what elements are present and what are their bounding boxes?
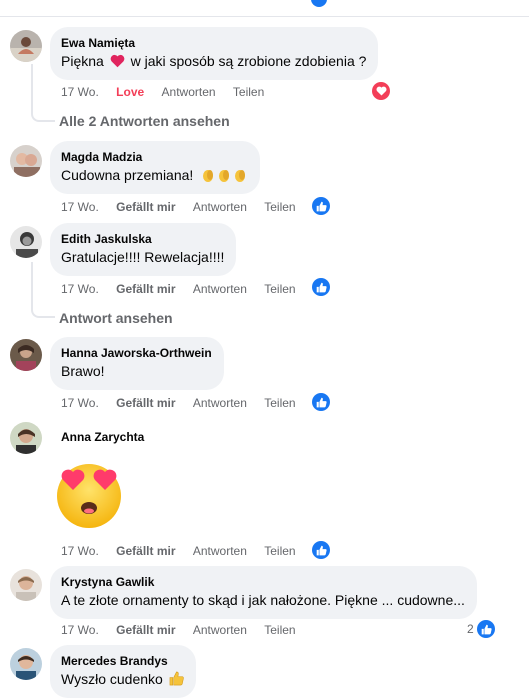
- comment-time[interactable]: 17 Wo.: [61, 281, 99, 297]
- comment-text-end: w jaki sposób są zrobione zdobienia ?: [130, 53, 367, 69]
- comment-time[interactable]: 17 Wo.: [61, 543, 99, 559]
- top-bar: [0, 0, 529, 17]
- comment-bubble: Ewa Namięta Piękna w jaki sposób są zrob…: [50, 27, 379, 80]
- comment-actions: 17 Wo. Gefällt mir Antworten Teilen: [61, 543, 310, 559]
- avatar-image: [10, 145, 42, 177]
- comment-author[interactable]: Krystyna Gawlik: [61, 574, 465, 590]
- avatar[interactable]: [10, 422, 42, 454]
- comment-actions: 17 Wo. Gefällt mir Antworten Teilen: [61, 395, 310, 411]
- comment-actions: 17 Wo. Gefällt mir Antworten Teilen: [61, 622, 310, 638]
- avatar[interactable]: [10, 339, 42, 371]
- comment-author[interactable]: Ewa Namięta: [61, 35, 366, 51]
- reply-button[interactable]: Antworten: [162, 84, 216, 100]
- comment-author[interactable]: Hanna Jaworska-Orthwein: [61, 345, 212, 361]
- comment-bubble: Magda Madzia Cudowna przemiana!: [50, 141, 261, 194]
- comment-author[interactable]: Anna Zarychta: [61, 429, 144, 445]
- like-button[interactable]: Gefällt mir: [116, 622, 175, 638]
- comment-author[interactable]: Edith Jaskulska: [61, 231, 224, 247]
- comment-author[interactable]: Mercedes Brandys: [61, 653, 184, 669]
- view-replies-link[interactable]: Alle 2 Antworten ansehen: [59, 113, 230, 129]
- avatar-image: [10, 226, 42, 258]
- comment-text-body: Cudowna przemiana!: [61, 167, 194, 183]
- avatar[interactable]: [10, 648, 42, 680]
- comment-bubble: Mercedes Brandys Wyszło cudenko: [50, 645, 196, 698]
- comment-text: Wyszło cudenko: [61, 670, 184, 689]
- comment-bubble: Hanna Jaworska-Orthwein Brawo!: [50, 337, 224, 390]
- thread-connector: [31, 304, 55, 318]
- clapping-hands-icon: [203, 170, 214, 182]
- avatar[interactable]: [10, 226, 42, 258]
- reply-button[interactable]: Antworten: [193, 281, 247, 297]
- thumbs-up-emoji: [169, 671, 184, 686]
- like-reaction-icon[interactable]: [312, 393, 330, 411]
- like-icon-partial: [311, 0, 327, 7]
- thumbs-up-icon: [316, 545, 327, 555]
- share-button[interactable]: Teilen: [264, 281, 295, 297]
- thread-line: [31, 64, 33, 110]
- avatar[interactable]: [10, 30, 42, 62]
- thumbs-up-icon: [316, 397, 327, 407]
- like-reaction-icon[interactable]: [477, 620, 495, 638]
- comment-actions: 17 Wo. Love Antworten Teilen: [61, 84, 278, 100]
- thumbs-up-icon: [316, 282, 327, 292]
- comment-text: Gratulacje!!!! Rewelacja!!!!: [61, 249, 225, 265]
- heart-icon: [110, 54, 125, 68]
- clapping-hands-icon: [219, 170, 230, 182]
- avatar-image: [10, 422, 42, 454]
- comment-bubble: Krystyna Gawlik A te złote ornamenty to …: [50, 566, 477, 619]
- comment-text: A te złote ornamenty to skąd i jak nałoż…: [61, 592, 465, 608]
- comment-text: Cudowna przemiana!: [61, 166, 248, 185]
- comment-text: Brawo!: [61, 363, 105, 379]
- reply-button[interactable]: Antworten: [193, 395, 247, 411]
- avatar-image: [10, 339, 42, 371]
- like-reaction-icon[interactable]: [312, 197, 330, 215]
- like-reaction-icon[interactable]: [312, 278, 330, 296]
- reply-button[interactable]: Antworten: [193, 543, 247, 559]
- thread-connector: [31, 108, 55, 122]
- comment-time[interactable]: 17 Wo.: [61, 622, 99, 638]
- avatar-image: [10, 648, 42, 680]
- reaction-count[interactable]: 2: [467, 622, 474, 636]
- heart-icon: [376, 86, 386, 96]
- avatar[interactable]: [10, 569, 42, 601]
- love-reaction-icon[interactable]: [372, 82, 390, 100]
- like-button[interactable]: Gefällt mir: [116, 543, 175, 559]
- comment-time[interactable]: 17 Wo.: [61, 84, 99, 100]
- reply-button[interactable]: Antworten: [193, 622, 247, 638]
- thumbs-up-icon: [481, 624, 492, 634]
- share-button[interactable]: Teilen: [233, 84, 264, 100]
- comment-actions: 17 Wo. Gefällt mir Antworten Teilen: [61, 281, 310, 297]
- share-button[interactable]: Teilen: [264, 199, 295, 215]
- comment-text: Piękna w jaki sposób są zrobione zdobien…: [61, 52, 366, 71]
- like-button[interactable]: Gefällt mir: [116, 199, 175, 215]
- comment-time[interactable]: 17 Wo.: [61, 395, 99, 411]
- like-button[interactable]: Gefällt mir: [116, 395, 175, 411]
- share-button[interactable]: Teilen: [264, 622, 295, 638]
- comment-actions: 17 Wo. Gefällt mir Antworten Teilen: [61, 199, 310, 215]
- avatar-image: [10, 30, 42, 62]
- reply-button[interactable]: Antworten: [193, 199, 247, 215]
- thumbs-up-icon: [316, 201, 327, 211]
- share-button[interactable]: Teilen: [264, 395, 295, 411]
- share-button[interactable]: Teilen: [264, 543, 295, 559]
- clapping-hands-icon: [235, 170, 246, 182]
- thread-line: [31, 262, 33, 306]
- comment-text-body: Wyszło cudenko: [61, 671, 163, 687]
- avatar[interactable]: [10, 145, 42, 177]
- like-button[interactable]: Gefällt mir: [116, 281, 175, 297]
- like-reaction-icon[interactable]: [312, 541, 330, 559]
- heart-eyes-emoji[interactable]: [55, 462, 123, 530]
- avatar-image: [10, 569, 42, 601]
- comment-bubble: Edith Jaskulska Gratulacje!!!! Rewelacja…: [50, 223, 237, 276]
- love-reaction-button[interactable]: Love: [116, 84, 144, 100]
- comment-text-start: Piękna: [61, 53, 104, 69]
- view-replies-link[interactable]: Antwort ansehen: [59, 310, 173, 326]
- comment-author[interactable]: Magda Madzia: [61, 149, 248, 165]
- comment-time[interactable]: 17 Wo.: [61, 199, 99, 215]
